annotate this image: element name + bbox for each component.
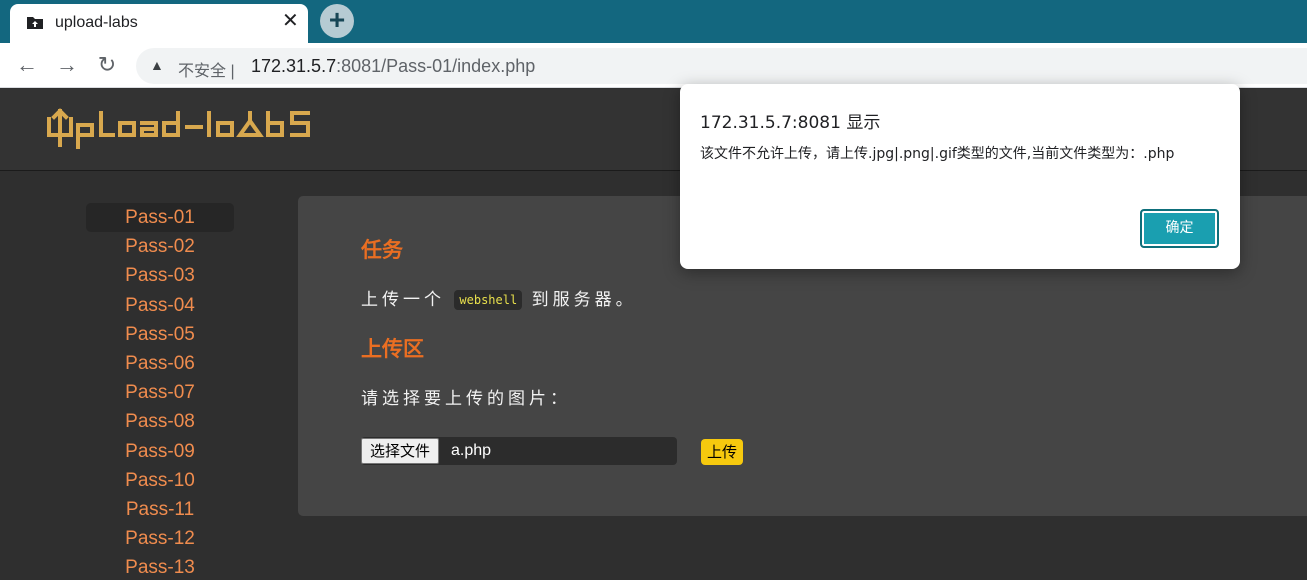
dialog-ok-button[interactable]: 确定 (1140, 209, 1219, 248)
sidebar-item-pass-13[interactable]: Pass-13 (86, 553, 234, 580)
browser-tab-bar: upload-labs ✕ + (0, 0, 1307, 44)
task-description: 上传一个 webshell 到服务器。 (361, 285, 637, 310)
browser-toolbar: ← → ↻ ▲ 不安全 | 172.31.5.7:8081/Pass-01/in… (0, 43, 1307, 88)
upload-heading: 上传区 (361, 337, 424, 361)
forward-arrow-icon[interactable]: → (54, 52, 80, 78)
sidebar-item-pass-10[interactable]: Pass-10 (86, 466, 234, 495)
sidebar-item-pass-03[interactable]: Pass-03 (86, 261, 234, 290)
url-host: 172.31.5.7 (251, 56, 337, 76)
dialog-message: 该文件不允许上传，请上传.jpg|.png|.gif类型的文件,当前文件类型为：… (700, 146, 1175, 162)
new-tab-button[interactable]: + (320, 4, 354, 38)
sidebar-item-pass-01[interactable]: Pass-01 (86, 203, 234, 233)
file-input[interactable]: 选择文件 a.php (361, 437, 677, 465)
sidebar-item-pass-09[interactable]: Pass-09 (86, 437, 234, 466)
folder-icon (27, 17, 43, 29)
tab-close-icon[interactable]: ✕ (282, 11, 299, 31)
selected-file-name: a.php (451, 442, 492, 459)
upload-button[interactable]: 上传 (701, 439, 744, 465)
url-path: :8081/Pass-01/index.php (336, 56, 536, 76)
browser-tab[interactable]: upload-labs ✕ (10, 4, 308, 44)
task-text-after: 到服务器。 (531, 290, 637, 310)
choose-file-button[interactable]: 选择文件 (361, 438, 440, 464)
sidebar-item-pass-07[interactable]: Pass-07 (86, 378, 234, 407)
sidebar-item-pass-06[interactable]: Pass-06 (86, 349, 234, 378)
security-label[interactable]: 不安全 | (178, 57, 235, 81)
back-arrow-icon[interactable]: ← (14, 52, 40, 78)
dialog-title: 172.31.5.7:8081 显示 (700, 113, 881, 133)
reload-icon[interactable]: ↻ (94, 52, 120, 78)
sidebar-item-pass-12[interactable]: Pass-12 (86, 524, 234, 553)
address-bar[interactable]: ▲ 不安全 | 172.31.5.7:8081/Pass-01/index.ph… (136, 48, 1307, 84)
url-text[interactable]: 172.31.5.7:8081/Pass-01/index.php (251, 56, 535, 77)
sidebar-item-pass-04[interactable]: Pass-04 (86, 291, 234, 320)
webshell-code: webshell (454, 290, 523, 310)
task-text-before: 上传一个 (361, 290, 445, 310)
pass-sidebar: Pass-01 Pass-02 Pass-03 Pass-04 Pass-05 Pass-… (86, 203, 234, 580)
alert-dialog: 172.31.5.7:8081 显示 该文件不允许上传，请上传.jpg|.png… (680, 84, 1240, 269)
choose-prompt: 请选择要上传的图片： (361, 389, 571, 409)
task-heading: 任务 (361, 238, 403, 262)
tab-title: upload-labs (55, 14, 138, 31)
sidebar-item-pass-08[interactable]: Pass-08 (86, 407, 234, 436)
warning-icon[interactable]: ▲ (150, 57, 164, 73)
upload-labs-logo[interactable] (46, 107, 331, 153)
sidebar-item-pass-02[interactable]: Pass-02 (86, 232, 234, 261)
sidebar-item-pass-05[interactable]: Pass-05 (86, 320, 234, 349)
sidebar-item-pass-11[interactable]: Pass-11 (86, 495, 234, 524)
